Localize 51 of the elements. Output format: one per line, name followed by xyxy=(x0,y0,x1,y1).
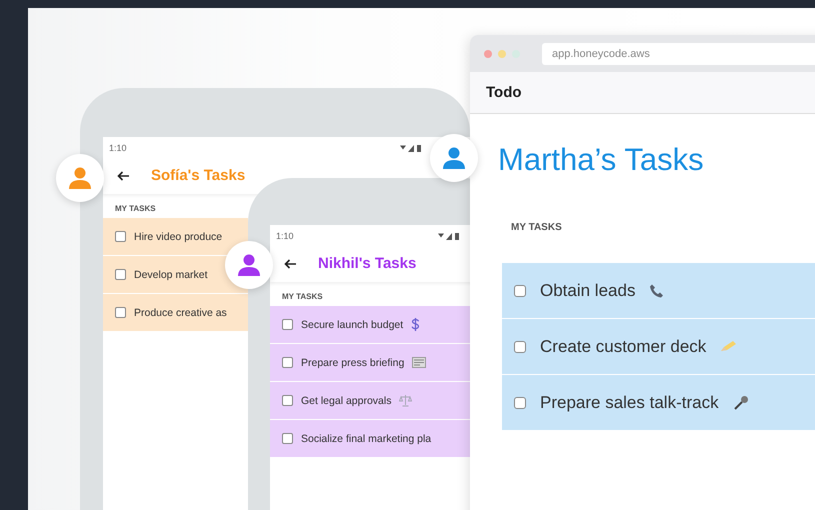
task-checkbox[interactable] xyxy=(514,340,526,352)
task-checkbox[interactable] xyxy=(282,357,293,368)
address-field[interactable]: app.honeycode.aws xyxy=(542,42,815,64)
task-checkbox[interactable] xyxy=(514,284,526,296)
task-checkbox[interactable] xyxy=(514,396,526,408)
board-title: Martha’s Tasks xyxy=(498,142,705,178)
scales-icon xyxy=(399,394,412,407)
status-icons xyxy=(438,232,460,240)
close-dot[interactable] xyxy=(484,50,492,58)
board-title: Sofía's Tasks xyxy=(151,167,246,184)
task-text: Produce creative as xyxy=(134,306,227,318)
task-row[interactable]: Obtain leads xyxy=(502,263,815,318)
minimize-dot[interactable] xyxy=(498,50,506,58)
task-checkbox[interactable] xyxy=(115,269,126,280)
task-row[interactable]: Hire video produce xyxy=(103,218,248,255)
status-time: 1:10 xyxy=(276,231,294,241)
task-row[interactable]: Prepare sales talk-track xyxy=(502,375,815,430)
task-row[interactable]: Get legal approvals xyxy=(270,382,470,419)
task-checkbox[interactable] xyxy=(115,307,126,318)
task-checkbox[interactable] xyxy=(282,319,293,330)
task-row[interactable]: Prepare press briefing xyxy=(270,344,470,381)
task-text: Obtain leads xyxy=(540,280,636,300)
task-text: Secure launch budget xyxy=(301,318,404,330)
microphone-icon xyxy=(732,394,749,410)
task-text: Get legal approvals xyxy=(301,394,392,406)
newspaper-icon xyxy=(412,357,426,368)
status-time: 1:10 xyxy=(109,143,127,153)
pencil-icon xyxy=(720,340,738,353)
back-arrow-icon[interactable] xyxy=(284,258,296,268)
board-title: Nikhil's Tasks xyxy=(318,255,416,272)
section-label: MY TASKS xyxy=(281,291,324,303)
task-text: Prepare press briefing xyxy=(301,356,404,368)
task-text: Socialize final marketing pla xyxy=(301,432,432,444)
task-text: Develop market xyxy=(134,268,208,280)
task-checkbox[interactable] xyxy=(282,395,293,406)
app-name: Todo xyxy=(486,84,522,101)
task-row[interactable]: Secure launch budget xyxy=(270,306,470,343)
phone-icon xyxy=(649,282,666,298)
task-row[interactable]: Create customer deck xyxy=(502,319,815,374)
dollar-icon xyxy=(411,318,420,331)
task-text: Hire video produce xyxy=(134,230,222,242)
status-icons xyxy=(400,144,422,152)
task-row[interactable]: Socialize final marketing pla xyxy=(270,420,470,457)
section-label: MY TASKS xyxy=(511,222,563,233)
task-text: Prepare sales talk-track xyxy=(540,392,719,412)
task-text: Create customer deck xyxy=(540,336,706,356)
task-checkbox[interactable] xyxy=(115,231,126,242)
task-row[interactable]: Produce creative as xyxy=(103,294,248,331)
back-arrow-icon[interactable] xyxy=(117,170,129,180)
task-checkbox[interactable] xyxy=(282,433,293,444)
section-label: MY TASKS xyxy=(114,203,157,215)
